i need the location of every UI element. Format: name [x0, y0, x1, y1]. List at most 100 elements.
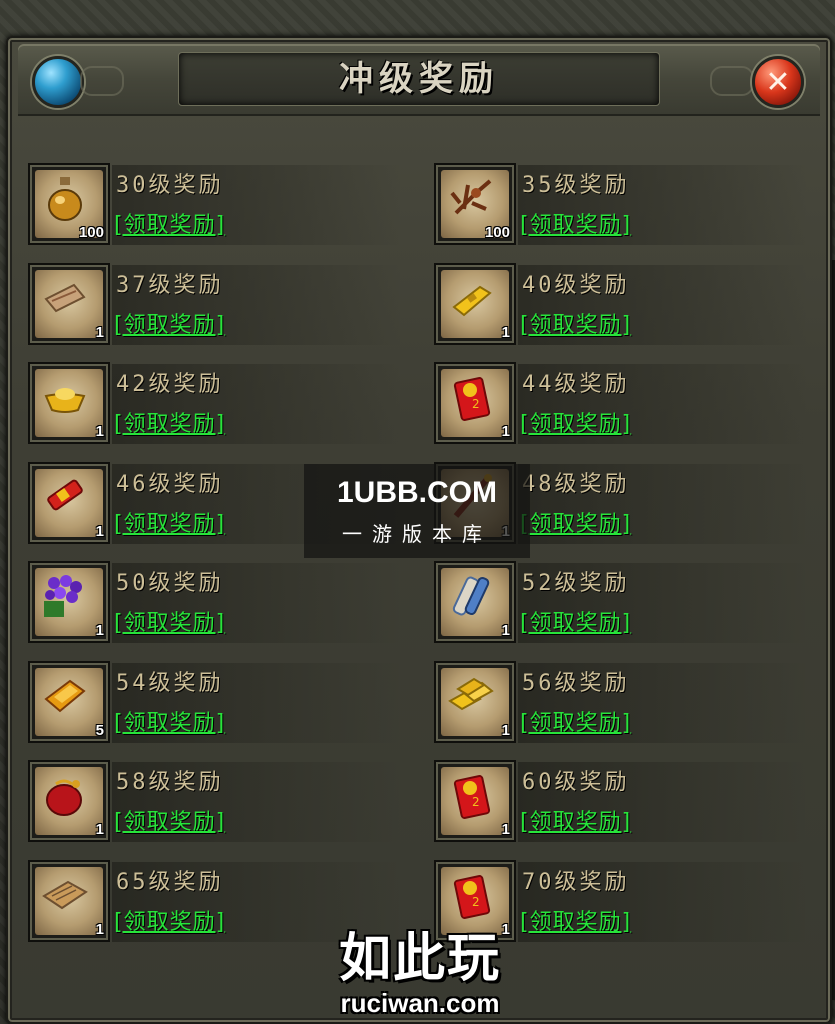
- envelope-letter-icon: [40, 273, 90, 323]
- item-quantity: 5: [95, 721, 104, 739]
- watermark-main: 1UBB.COM: [336, 476, 497, 509]
- reward-row: 1 52级奖励 [领取奖励]: [434, 561, 808, 643]
- claim-reward-link[interactable]: [领取奖励]: [520, 605, 631, 637]
- reward-level-label: 58级奖励: [116, 770, 224, 795]
- reward-level-label: 56级奖励: [522, 670, 630, 696]
- potion-bottle-icon: [40, 173, 90, 223]
- book-icon: [40, 870, 90, 920]
- firecracker-scroll-icon: [40, 472, 90, 522]
- item-quantity: 1: [501, 622, 510, 639]
- reward-level-label: 30级奖励: [116, 173, 224, 198]
- item-quantity: 1: [95, 323, 104, 341]
- reward-level-label: 42级奖励: [116, 372, 224, 397]
- red-pouch-icon: [40, 770, 90, 820]
- logo-domain: ruciwan.com: [340, 988, 500, 1018]
- claim-reward-link[interactable]: [领取奖励]: [114, 605, 225, 637]
- item-slot[interactable]: 1: [28, 362, 110, 444]
- reward-level-label: 40级奖励: [522, 272, 630, 298]
- item-quantity: 1: [501, 721, 510, 739]
- reward-row: 100 30级奖励 [领取奖励]: [28, 163, 402, 245]
- claim-reward-link[interactable]: [领取奖励]: [114, 207, 225, 239]
- site-watermark: 1UBB.COM 一游版本库: [304, 464, 530, 558]
- item-quantity: 1: [501, 423, 510, 440]
- claim-reward-link[interactable]: [领取奖励]: [520, 406, 631, 438]
- reward-row: 100 35级奖励 [领取奖励]: [434, 163, 808, 245]
- reward-row: 2 1 60级奖励 [领取奖励]: [434, 760, 808, 842]
- reward-level-label: 35级奖励: [522, 173, 630, 198]
- item-slot[interactable]: 1: [434, 262, 516, 345]
- reward-row: 1 58级奖励 [领取奖励]: [28, 760, 402, 842]
- item-slot[interactable]: 21: [434, 362, 516, 444]
- svg-text:2: 2: [472, 895, 480, 909]
- claim-reward-link[interactable]: [领取奖励]: [114, 506, 225, 538]
- logo-chinese: 如此玩: [338, 928, 501, 989]
- purple-flower-bouquet-icon: [40, 571, 90, 621]
- reward-level-label: 48级奖励: [522, 471, 630, 497]
- gold-brick-icon: [40, 671, 90, 721]
- claim-reward-link[interactable]: [领取奖励]: [114, 904, 225, 936]
- item-slot[interactable]: 1: [434, 561, 516, 643]
- gold-bar-icon: [446, 273, 496, 323]
- item-slot[interactable]: 1: [434, 660, 516, 743]
- item-slot[interactable]: 1: [28, 461, 110, 544]
- blue-orb-icon: [32, 56, 84, 108]
- item-quantity: 100: [78, 224, 104, 241]
- reward-level-label: 44级奖励: [522, 372, 630, 397]
- item-slot[interactable]: 100: [28, 163, 110, 245]
- item-slot[interactable]: 1: [28, 262, 110, 345]
- item-quantity: 100: [484, 224, 510, 241]
- reward-level-label: 70级奖励: [522, 869, 630, 895]
- item-quantity: 1: [95, 423, 104, 440]
- svg-text:2: 2: [472, 397, 480, 411]
- reward-row: 1 40级奖励 [领取奖励]: [434, 262, 808, 345]
- claim-reward-link[interactable]: [领取奖励]: [520, 904, 631, 936]
- claim-reward-link[interactable]: [领取奖励]: [520, 307, 631, 339]
- item-slot[interactable]: 5: [28, 660, 110, 743]
- ornament-left-icon: [80, 66, 124, 96]
- red-envelope-icon: 2: [446, 770, 496, 820]
- claim-reward-link[interactable]: [领取奖励]: [520, 506, 631, 538]
- claim-reward-link[interactable]: [领取奖励]: [114, 307, 225, 339]
- item-quantity: 1: [95, 522, 104, 540]
- item-quantity: 1: [95, 821, 104, 838]
- item-quantity: 1: [501, 323, 510, 341]
- claim-reward-link[interactable]: [领取奖励]: [520, 804, 631, 836]
- reward-row: 1 56级奖励 [领取奖励]: [434, 660, 808, 743]
- ruciwan-logo: 如此玩 ruciwan.com: [320, 930, 520, 1024]
- item-quantity: 1: [95, 622, 104, 639]
- reward-row: 2 1 44级奖励 [领取奖励]: [434, 362, 808, 444]
- claim-reward-link[interactable]: [领取奖励]: [520, 207, 631, 239]
- title-bar[interactable]: 冲级奖励 ✕: [18, 44, 820, 116]
- claim-reward-link[interactable]: [领取奖励]: [520, 705, 631, 737]
- reward-level-label: 65级奖励: [116, 869, 224, 895]
- reward-level-label: 52级奖励: [522, 571, 630, 596]
- item-slot[interactable]: 100: [434, 163, 516, 245]
- reward-level-label: 50级奖励: [116, 571, 224, 596]
- gold-ingot-icon: [40, 372, 90, 422]
- item-quantity: 1: [501, 821, 510, 838]
- item-slot[interactable]: 21: [434, 760, 516, 842]
- claim-reward-link[interactable]: [领取奖励]: [114, 705, 225, 737]
- red-envelope-icon: 2: [446, 372, 496, 422]
- blue-scroll-icon: [446, 571, 496, 621]
- reward-row: 1 37级奖励 [领取奖励]: [28, 262, 402, 345]
- close-icon: ✕: [765, 64, 791, 100]
- claim-reward-link[interactable]: [领取奖励]: [114, 804, 225, 836]
- item-quantity: 1: [95, 920, 104, 938]
- reward-level-label: 60级奖励: [522, 770, 630, 795]
- reward-level-label: 54级奖励: [116, 670, 224, 696]
- herb-root-icon: [446, 173, 496, 223]
- svg-text:2: 2: [472, 795, 480, 809]
- claim-reward-link[interactable]: [领取奖励]: [114, 406, 225, 438]
- reward-row: 1 42级奖励 [领取奖励]: [28, 362, 402, 444]
- window-title: 冲级奖励: [339, 59, 499, 99]
- gold-bars-stack-icon: [446, 671, 496, 721]
- reward-row: 5 54级奖励 [领取奖励]: [28, 660, 402, 743]
- item-slot[interactable]: 1: [28, 760, 110, 842]
- close-button[interactable]: ✕: [752, 56, 804, 108]
- ornament-right-icon: [710, 66, 754, 96]
- red-envelope-icon: 2: [446, 870, 496, 920]
- item-slot[interactable]: 1: [28, 859, 110, 942]
- reward-level-label: 37级奖励: [116, 272, 224, 298]
- item-slot[interactable]: 1: [28, 561, 110, 643]
